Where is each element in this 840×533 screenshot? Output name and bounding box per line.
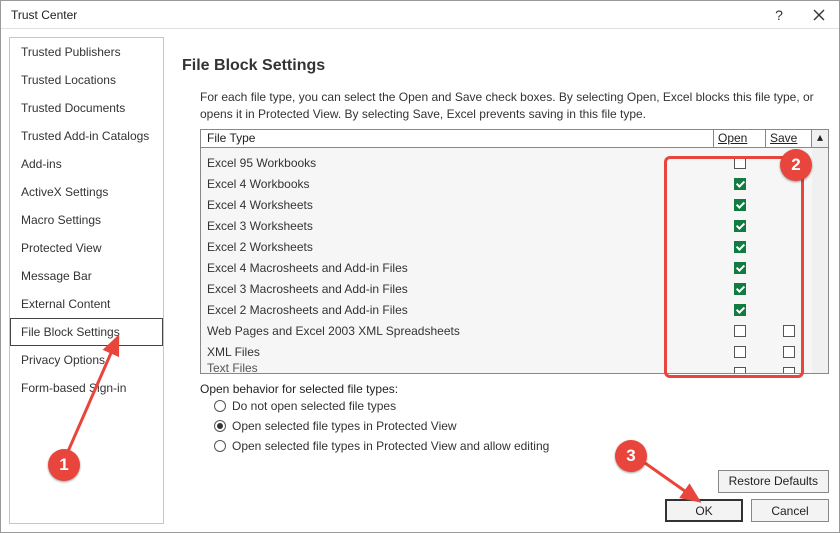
checkbox[interactable]: [734, 367, 746, 373]
sidebar-item-trusted-documents[interactable]: Trusted Documents: [10, 94, 163, 122]
table-row: Text Files: [201, 363, 828, 373]
checkbox[interactable]: [783, 367, 795, 373]
sidebar-item-message-bar[interactable]: Message Bar: [10, 262, 163, 290]
help-button[interactable]: ?: [759, 1, 799, 29]
titlebar: Trust Center ?: [1, 1, 839, 29]
radio-icon: [214, 400, 226, 412]
checkbox[interactable]: [783, 325, 795, 337]
open-behavior-option[interactable]: Open selected file types in Protected Vi…: [200, 416, 829, 436]
radio-label: Do not open selected file types: [232, 399, 396, 413]
sidebar-item-protected-view[interactable]: Protected View: [10, 234, 163, 262]
radio-icon: [214, 420, 226, 432]
table-row: Excel 3 Macrosheets and Add-in Files: [201, 279, 828, 300]
sidebar-item-external-content[interactable]: External Content: [10, 290, 163, 318]
sidebar-item-add-ins[interactable]: Add-ins: [10, 150, 163, 178]
table-row: Web Pages and Excel 2003 XML Spreadsheet…: [201, 321, 828, 342]
checkbox[interactable]: [734, 262, 746, 274]
checkbox[interactable]: [734, 178, 746, 190]
radio-label: Open selected file types in Protected Vi…: [232, 439, 549, 453]
file-type-name: Excel 4 Worksheets: [201, 198, 714, 212]
checkbox[interactable]: [734, 220, 746, 232]
checkbox[interactable]: [734, 325, 746, 337]
file-type-name: Excel 3 Macrosheets and Add-in Files: [201, 282, 714, 296]
open-behavior-option[interactable]: Do not open selected file types: [200, 396, 829, 416]
table-row: Excel 95 Workbooks: [201, 153, 828, 174]
sidebar-item-activex-settings[interactable]: ActiveX Settings: [10, 178, 163, 206]
annotation-arrow-1: [56, 331, 166, 466]
radio-icon: [214, 440, 226, 452]
checkbox[interactable]: [734, 148, 746, 149]
checkbox[interactable]: [734, 199, 746, 211]
file-type-name: Excel 4 Workbooks: [201, 177, 714, 191]
table-row: Excel 2 Macrosheets and Add-in Files: [201, 300, 828, 321]
file-type-name: XML Files: [201, 345, 714, 359]
file-type-table: File Type Open Save ▴ Excel 95-97 Workbo…: [200, 129, 829, 374]
scrollbar[interactable]: [812, 148, 828, 373]
file-type-name: Excel 95 Workbooks: [201, 156, 714, 170]
cancel-button[interactable]: Cancel: [751, 499, 829, 522]
file-type-name: Excel 3 Worksheets: [201, 219, 714, 233]
radio-label: Open selected file types in Protected Vi…: [232, 419, 457, 433]
checkbox[interactable]: [734, 346, 746, 358]
checkbox[interactable]: [734, 157, 746, 169]
table-row: Excel 4 Worksheets: [201, 195, 828, 216]
file-type-name: Text Files: [201, 361, 714, 373]
table-row: Excel 4 Workbooks: [201, 174, 828, 195]
main-panel: File Block Settings For each file type, …: [164, 29, 839, 532]
table-row: Excel 3 Worksheets: [201, 216, 828, 237]
checkbox[interactable]: [734, 283, 746, 295]
file-type-name: Excel 2 Worksheets: [201, 240, 714, 254]
scroll-up-button[interactable]: ▴: [812, 130, 828, 147]
table-row: Excel 2 Worksheets: [201, 237, 828, 258]
trust-center-dialog: Trust Center ? Trusted PublishersTrusted…: [0, 0, 840, 533]
col-file-type[interactable]: File Type: [201, 130, 714, 147]
sidebar-item-macro-settings[interactable]: Macro Settings: [10, 206, 163, 234]
checkbox[interactable]: [783, 346, 795, 358]
col-open[interactable]: Open: [714, 130, 766, 147]
open-behavior-option[interactable]: Open selected file types in Protected Vi…: [200, 436, 829, 456]
table-body: Excel 95-97 Workbooks and TemplatesExcel…: [201, 148, 828, 373]
checkbox[interactable]: [734, 241, 746, 253]
table-row: Excel 4 Macrosheets and Add-in Files: [201, 258, 828, 279]
open-behavior-group: Open behavior for selected file types: D…: [200, 382, 829, 456]
restore-defaults-button[interactable]: Restore Defaults: [718, 470, 829, 493]
file-type-name: Web Pages and Excel 2003 XML Spreadsheet…: [201, 324, 714, 338]
checkbox[interactable]: [734, 304, 746, 316]
window-title: Trust Center: [11, 8, 759, 22]
sidebar-item-trusted-locations[interactable]: Trusted Locations: [10, 66, 163, 94]
open-behavior-title: Open behavior for selected file types:: [200, 382, 829, 396]
section-heading: File Block Settings: [182, 57, 829, 75]
close-button[interactable]: [799, 1, 839, 29]
sidebar-item-trusted-add-in-catalogs[interactable]: Trusted Add-in Catalogs: [10, 122, 163, 150]
file-type-name: Excel 4 Macrosheets and Add-in Files: [201, 261, 714, 275]
table-header: File Type Open Save ▴: [201, 130, 828, 148]
dialog-button-row: OK Cancel: [200, 493, 829, 524]
section-description: For each file type, you can select the O…: [200, 89, 829, 123]
table-row: XML Files: [201, 342, 828, 363]
file-type-name: Excel 2 Macrosheets and Add-in Files: [201, 303, 714, 317]
close-icon: [813, 9, 825, 21]
sidebar-item-trusted-publishers[interactable]: Trusted Publishers: [10, 38, 163, 66]
col-save[interactable]: Save: [766, 130, 812, 147]
annotation-arrow-3: [639, 457, 719, 512]
